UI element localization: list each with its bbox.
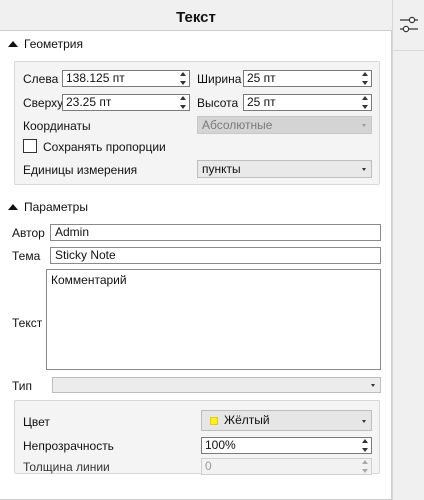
yellow-swatch-icon	[210, 416, 218, 425]
coords-select[interactable]: Абсолютные	[197, 116, 372, 134]
chevron-down-icon	[371, 384, 375, 387]
author-input[interactable]: Admin	[50, 224, 381, 241]
text-value: Комментарий	[51, 273, 127, 287]
left-value: 138.125 пт	[66, 71, 125, 85]
width-label: Ширина	[197, 72, 242, 86]
color-label: Цвет	[23, 415, 50, 429]
spin-arrows-icon[interactable]	[360, 72, 370, 85]
subject-label: Тема	[12, 249, 41, 263]
chevron-down-icon	[362, 168, 366, 171]
properties-panel: Текст Геометрия Слева 138.125 пт Ширина …	[0, 0, 392, 500]
top-value: 23.25 пт	[66, 95, 112, 109]
spin-arrows-icon[interactable]	[360, 439, 370, 452]
height-value: 25 пт	[247, 95, 276, 109]
text-textarea[interactable]: Комментарий	[46, 269, 381, 370]
units-value: пункты	[202, 162, 241, 176]
spin-arrows-icon[interactable]	[178, 96, 188, 109]
spin-arrows-icon	[360, 460, 370, 473]
line-width-value: 0	[205, 459, 212, 473]
line-width-label: Толщина линии	[23, 460, 110, 474]
appearance-group: Цвет Жёлтый Непрозрачность 100% Толщина …	[14, 400, 380, 475]
keep-ratio-label[interactable]: Сохранять пропорции	[43, 140, 166, 154]
spin-arrows-icon[interactable]	[360, 96, 370, 109]
subject-value: Sticky Note	[55, 248, 116, 262]
properties-content: Геометрия Слева 138.125 пт Ширина 25 пт …	[0, 30, 392, 500]
color-value: Жёлтый	[224, 413, 270, 427]
spin-arrows-icon[interactable]	[178, 72, 188, 85]
panel-title: Текст	[176, 9, 216, 26]
chevron-down-icon	[362, 124, 366, 127]
line-width-spinbox[interactable]: 0	[201, 458, 372, 475]
text-label: Текст	[12, 316, 43, 330]
height-label: Высота	[197, 96, 239, 110]
color-select[interactable]: Жёлтый	[201, 410, 372, 431]
units-label: Единицы измерения	[23, 163, 138, 177]
geometry-section-header[interactable]: Геометрия	[8, 37, 83, 51]
opacity-label: Непрозрачность	[23, 439, 114, 453]
collapse-arrow-icon	[8, 41, 18, 47]
properties-sliders-icon[interactable]	[399, 14, 419, 36]
coords-label: Координаты	[23, 119, 91, 133]
keep-ratio-checkbox[interactable]	[23, 139, 37, 153]
geometry-group: Слева 138.125 пт Ширина 25 пт Сверху 23.…	[14, 61, 380, 185]
geometry-header-label: Геометрия	[24, 37, 83, 51]
opacity-value: 100%	[205, 438, 236, 452]
opacity-spinbox[interactable]: 100%	[201, 437, 372, 454]
sidebar-divider	[392, 50, 424, 51]
type-select[interactable]	[52, 377, 381, 393]
width-value: 25 пт	[247, 71, 276, 85]
height-spinbox[interactable]: 25 пт	[243, 94, 372, 111]
width-spinbox[interactable]: 25 пт	[243, 70, 372, 87]
chevron-down-icon	[362, 420, 366, 423]
units-select[interactable]: пункты	[197, 160, 372, 178]
collapse-arrow-icon	[8, 204, 18, 210]
subject-input[interactable]: Sticky Note	[50, 247, 381, 264]
type-label: Тип	[12, 379, 33, 393]
left-spinbox[interactable]: 138.125 пт	[62, 70, 190, 87]
top-label: Сверху	[23, 96, 64, 110]
right-sidebar	[392, 0, 424, 500]
coords-value: Абсолютные	[202, 118, 273, 132]
top-spinbox[interactable]: 23.25 пт	[62, 94, 190, 111]
params-section-header[interactable]: Параметры	[8, 200, 88, 214]
left-label: Слева	[23, 72, 59, 86]
params-header-label: Параметры	[24, 200, 88, 214]
author-label: Автор	[12, 226, 45, 240]
author-value: Admin	[55, 225, 90, 239]
